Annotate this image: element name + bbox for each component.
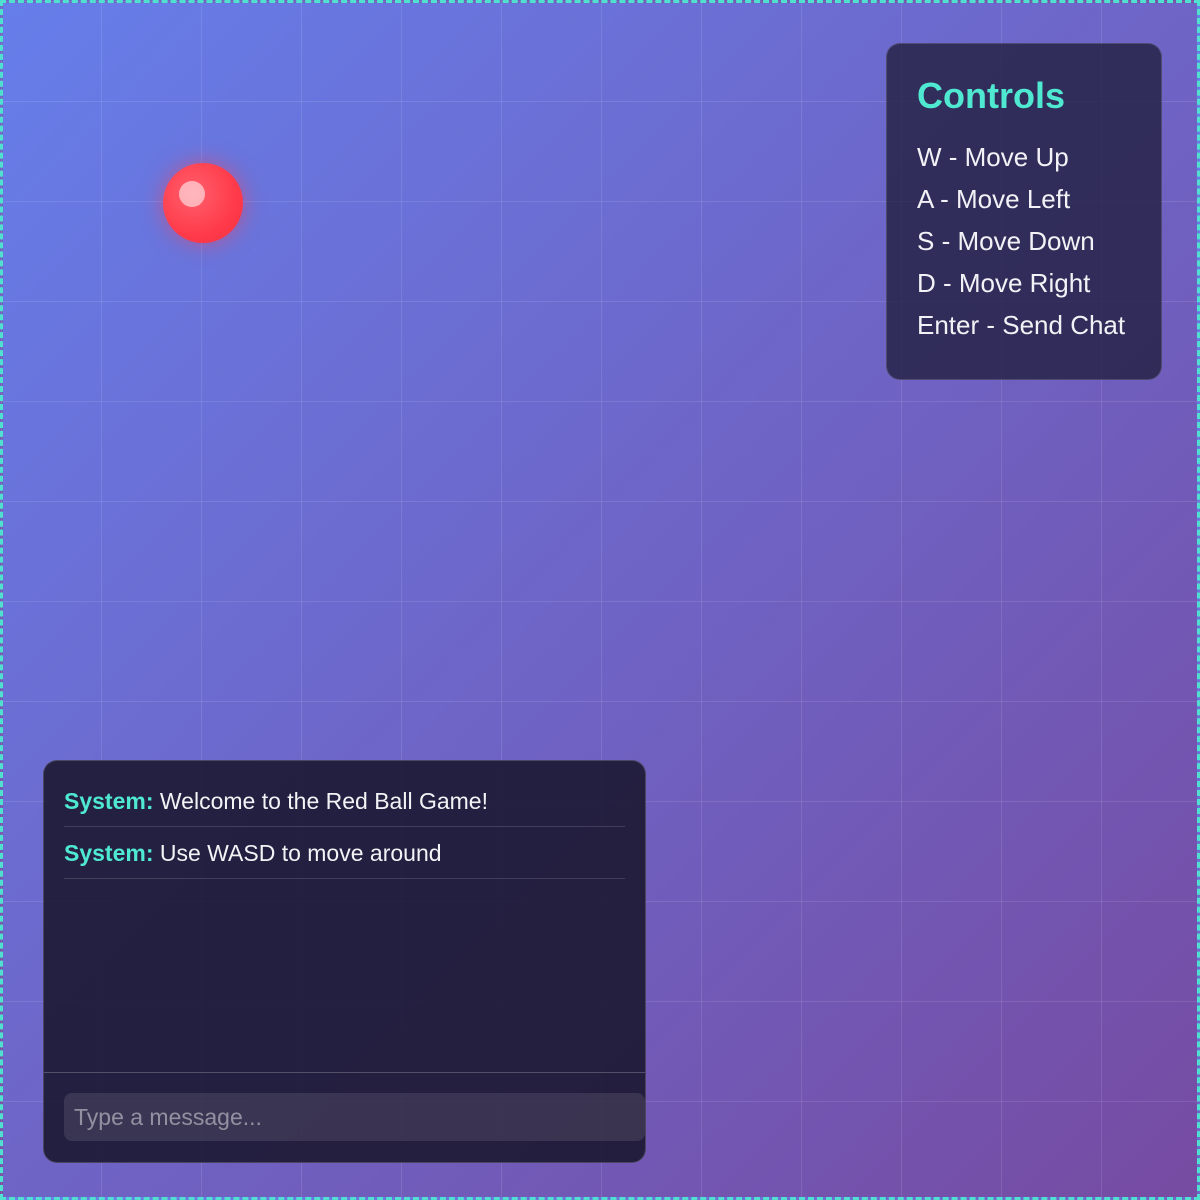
chat-input[interactable] (64, 1093, 645, 1141)
control-item-move-up: W - Move Up (917, 142, 1069, 172)
control-item-move-left: A - Move Left (917, 184, 1071, 214)
chat-message-text: Use WASD to move around (153, 840, 442, 866)
controls-title: Controls (917, 75, 1065, 116)
chat-message-sender: System: (64, 840, 154, 866)
chat-input-area (44, 1072, 645, 1162)
control-item-move-down: S - Move Down (917, 226, 1095, 256)
controls-list: W - Move Up A - Move Left S - Move Down … (917, 136, 1131, 346)
chat-panel: System: Welcome to the Red Ball Game! Sy… (43, 760, 646, 1163)
chat-message-sender: System: (64, 788, 154, 814)
chat-message-text: Welcome to the Red Ball Game! (153, 788, 488, 814)
chat-message: System: Welcome to the Red Ball Game! (64, 781, 625, 827)
game-area[interactable]: Controls W - Move Up A - Move Left S - M… (0, 0, 1200, 1200)
control-item-send-chat: Enter - Send Chat (917, 310, 1126, 340)
ball-highlight (179, 181, 205, 207)
controls-panel: Controls W - Move Up A - Move Left S - M… (886, 43, 1162, 380)
red-ball (163, 163, 243, 243)
chat-message: System: Use WASD to move around (64, 833, 625, 879)
control-item-move-right: D - Move Right (917, 268, 1091, 298)
chat-message-list[interactable]: System: Welcome to the Red Ball Game! Sy… (44, 761, 645, 1072)
